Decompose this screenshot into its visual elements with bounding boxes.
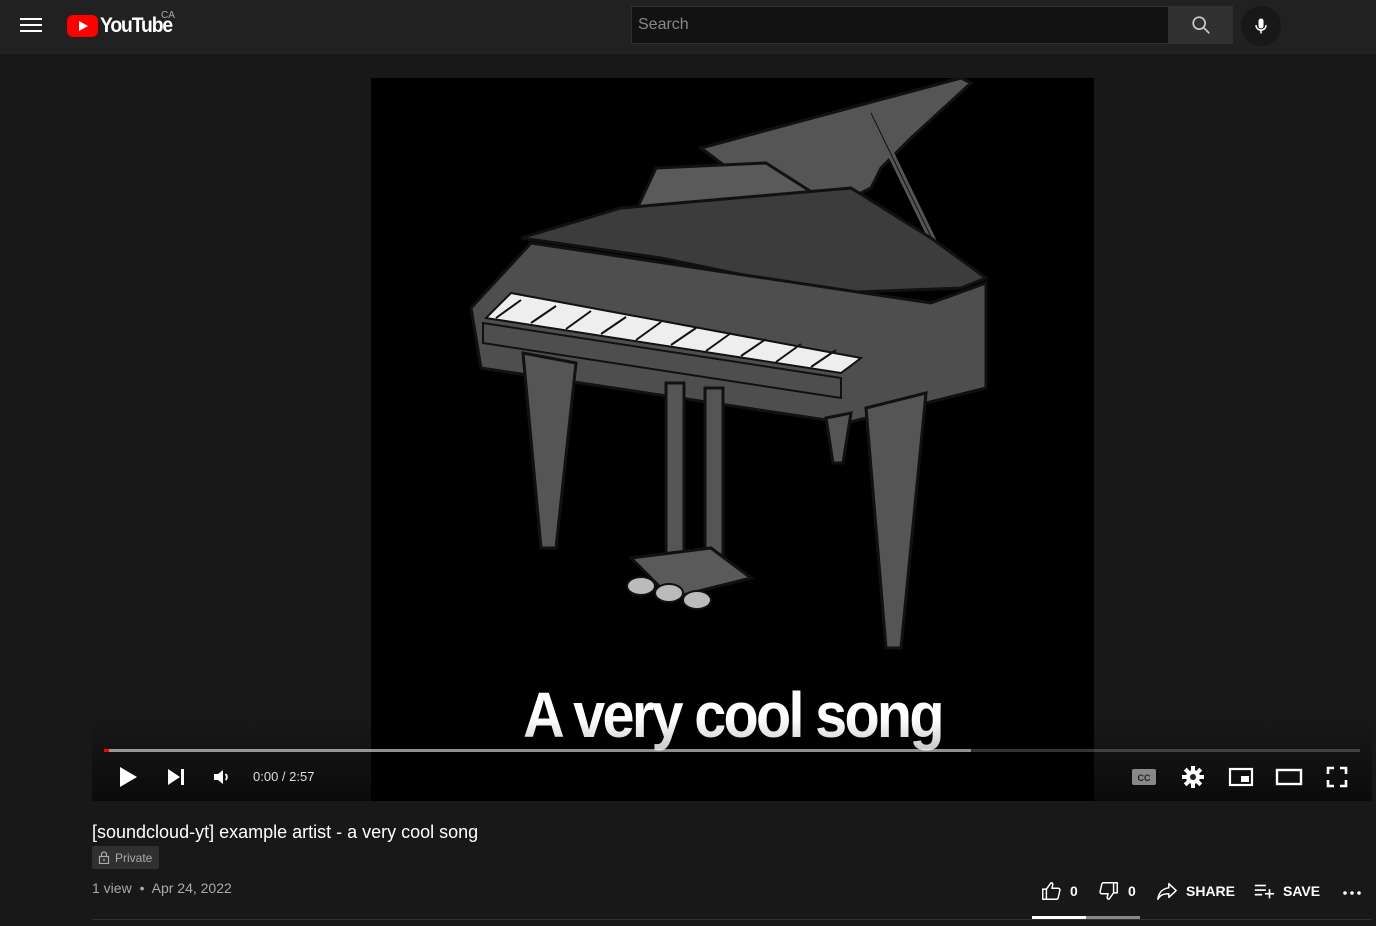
miniplayer-button[interactable]	[1225, 762, 1257, 792]
captions-button[interactable]: CC	[1128, 762, 1160, 792]
captions-icon: CC	[1132, 769, 1156, 785]
video-player[interactable]: A very cool song 0:00 / 2:57 CC	[92, 54, 1372, 801]
time-display: 0:00 / 2:57	[253, 769, 315, 784]
miniplayer-icon	[1228, 767, 1254, 787]
more-actions-button[interactable]	[1340, 878, 1372, 904]
lock-icon	[98, 851, 110, 864]
view-count: 1 view	[92, 880, 132, 896]
progress-loaded	[104, 749, 971, 752]
meta-separator: •	[139, 880, 145, 896]
privacy-badge: Private	[92, 846, 160, 869]
progress-played	[104, 749, 110, 752]
divider	[92, 919, 1372, 920]
dislike-button[interactable]: 0	[1098, 878, 1136, 904]
masthead: YouTube CA	[0, 0, 1376, 54]
video-frame[interactable]: A very cool song	[371, 78, 1094, 801]
voice-search-button[interactable]	[1241, 6, 1281, 46]
search-box	[631, 6, 1169, 44]
menu-icon[interactable]	[20, 15, 42, 37]
video-title: [soundcloud-yt] example artist - a very …	[92, 822, 479, 842]
upload-date: Apr 24, 2022	[151, 880, 232, 896]
play-button[interactable]	[114, 762, 142, 792]
svg-text:CC: CC	[1138, 773, 1151, 783]
search-icon	[1192, 16, 1210, 34]
progress-bar[interactable]	[104, 748, 1360, 753]
country-code: CA	[161, 10, 175, 21]
video-meta: 1 view • Apr 24, 2022	[92, 880, 232, 896]
share-icon	[1157, 882, 1177, 900]
microphone-icon	[1255, 18, 1267, 34]
settings-button[interactable]	[1177, 762, 1209, 792]
thumbs-up-icon	[1042, 882, 1061, 900]
settings-icon	[1182, 766, 1204, 788]
like-button[interactable]: 0	[1040, 878, 1078, 904]
play-icon	[120, 767, 137, 787]
grand-piano-image	[469, 78, 990, 650]
save-button[interactable]: SAVE	[1253, 878, 1320, 904]
fullscreen-icon	[1326, 766, 1348, 788]
volume-button[interactable]	[208, 762, 236, 792]
thumbs-down-icon	[1099, 882, 1118, 900]
theater-icon	[1275, 768, 1303, 786]
next-button[interactable]	[162, 762, 190, 792]
add-to-playlist-icon	[1254, 884, 1275, 899]
search-input[interactable]	[632, 7, 1168, 43]
share-label: SHARE	[1186, 883, 1236, 899]
next-icon	[168, 769, 184, 785]
more-icon	[1343, 891, 1361, 895]
like-count: 0	[1070, 883, 1078, 899]
volume-icon	[214, 770, 228, 784]
privacy-label: Private	[115, 850, 153, 865]
fullscreen-button[interactable]	[1321, 762, 1353, 792]
search-button[interactable]	[1169, 6, 1233, 44]
dislike-count: 0	[1128, 883, 1136, 899]
share-button[interactable]: SHARE	[1156, 878, 1235, 904]
youtube-play-icon	[67, 15, 98, 37]
save-label: SAVE	[1283, 883, 1321, 899]
theater-mode-button[interactable]	[1273, 762, 1305, 792]
